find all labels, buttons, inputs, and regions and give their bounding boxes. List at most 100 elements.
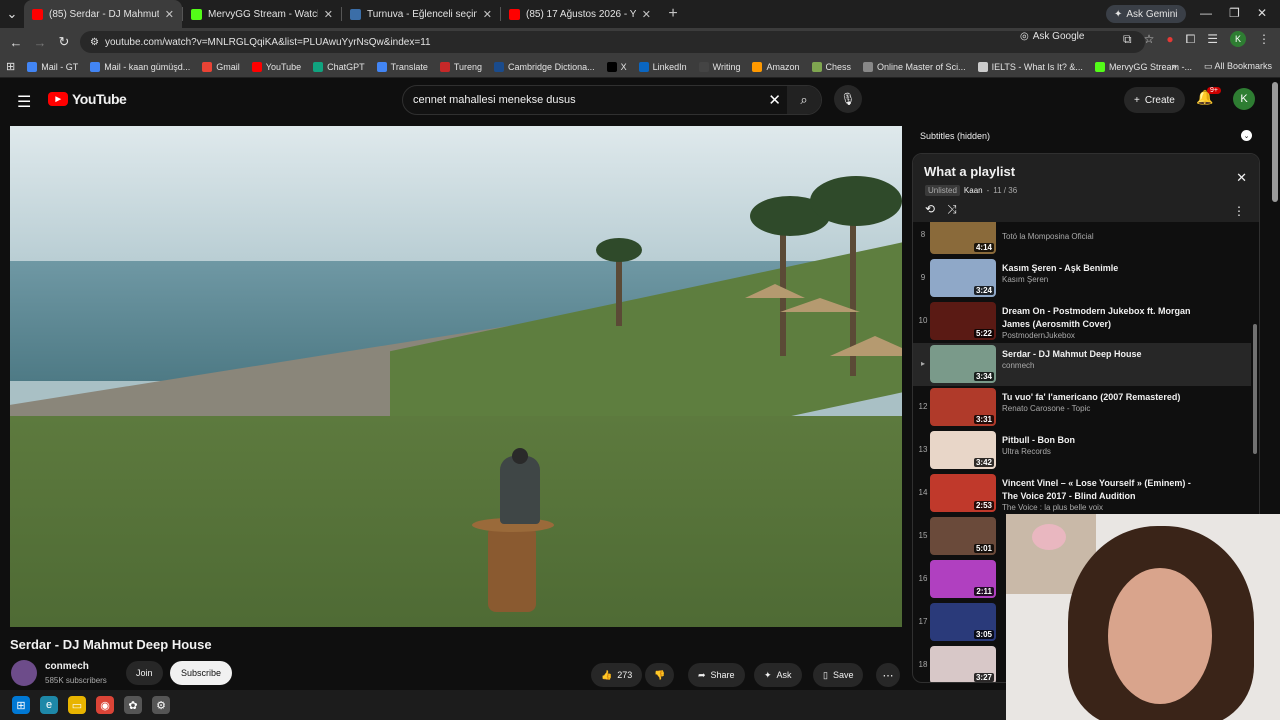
bookmark-item[interactable]: IELTS - What Is It? &...: [977, 61, 1083, 72]
close-tab-icon[interactable]: ✕: [642, 8, 651, 21]
ask-google-button[interactable]: ◎ Ask Google: [1020, 31, 1084, 42]
close-playlist-icon[interactable]: ✕: [1236, 170, 1247, 186]
extension-red-icon[interactable]: ●: [1166, 32, 1173, 46]
windows-start-icon[interactable]: ⊞: [12, 696, 30, 714]
share-button[interactable]: ➦ Share: [688, 663, 745, 687]
video-thumbnail[interactable]: 3:31: [930, 388, 996, 426]
bookmark-item[interactable]: Mail - GT: [27, 61, 78, 72]
close-tab-icon[interactable]: ✕: [165, 8, 174, 21]
bookmark-item[interactable]: Gmail: [202, 61, 240, 72]
playlist-item-current[interactable]: ▸ 3:34 Serdar - DJ Mahmut Deep House con…: [913, 343, 1251, 386]
like-button[interactable]: 👍 273: [591, 663, 643, 687]
video-thumbnail[interactable]: 3:34: [930, 345, 996, 383]
chrome-icon[interactable]: ◉: [96, 696, 114, 714]
apps-grid-icon[interactable]: ⊞: [6, 60, 15, 73]
video-thumbnail[interactable]: 4:14: [930, 222, 996, 254]
video-thumbnail[interactable]: 3:05: [930, 603, 996, 641]
settings-icon[interactable]: ⚙: [152, 696, 170, 714]
create-button[interactable]: + Create: [1124, 87, 1185, 113]
playlist-owner[interactable]: Kaan: [964, 186, 983, 195]
page-scrollbar[interactable]: [1272, 82, 1278, 202]
playlist-menu-icon[interactable]: ⋮: [1233, 204, 1245, 218]
bookmark-item[interactable]: YouTube: [251, 61, 301, 72]
playlist-item-channel: conmech: [1002, 361, 1035, 370]
forward-icon[interactable]: →: [28, 35, 52, 50]
bookmark-star-icon[interactable]: ☆: [1144, 32, 1155, 46]
hamburger-menu-icon[interactable]: ☰: [17, 92, 31, 112]
video-thumbnail[interactable]: 2:11: [930, 560, 996, 598]
channel-avatar[interactable]: [11, 660, 37, 686]
video-thumbnail[interactable]: 3:24: [930, 259, 996, 297]
chrome-menu-icon[interactable]: ⋮: [1258, 32, 1270, 46]
playlist-scrollbar[interactable]: [1253, 324, 1257, 454]
playlist-item[interactable]: 13 3:42 Pitbull - Bon Bon Ultra Records: [913, 429, 1251, 472]
bookmark-item[interactable]: Amazon: [752, 61, 800, 72]
browser-tab[interactable]: (85) 17 Ağustos 2026 - YouTub ✕: [501, 0, 659, 28]
edge-icon[interactable]: e: [40, 696, 58, 714]
bookmark-item[interactable]: Chess: [811, 61, 851, 72]
maximize-button[interactable]: ❐: [1229, 6, 1240, 20]
site-info-icon[interactable]: ⚙: [90, 37, 99, 48]
save-button[interactable]: ▯ Save: [813, 663, 864, 687]
browser-tab[interactable]: (85) Serdar - DJ Mahmut D ✕: [24, 0, 182, 28]
bookmark-item[interactable]: LinkedIn: [638, 61, 687, 72]
channel-name[interactable]: conmech: [45, 661, 89, 672]
ask-gemini-button[interactable]: ✦ Ask Gemini: [1106, 5, 1186, 23]
bookmarks-overflow-icon[interactable]: »: [1172, 61, 1177, 71]
extensions-icon[interactable]: ⧠: [1186, 32, 1196, 47]
bookmark-item[interactable]: MervyGG Stream -...: [1094, 61, 1192, 72]
subtitles-panel-header[interactable]: Subtitles (hidden) ⌄: [912, 126, 1260, 146]
bookmark-item[interactable]: Tureng: [439, 61, 482, 72]
youtube-logo[interactable]: ▶ YouTube: [48, 91, 127, 107]
all-bookmarks-button[interactable]: ▭ All Bookmarks: [1204, 61, 1272, 72]
playlist-item[interactable]: 14 2:53 Vincent Vinel – « Lose Yourself …: [913, 472, 1251, 515]
video-thumbnail[interactable]: 2:53: [930, 474, 996, 512]
chevron-down-icon[interactable]: ⌄: [1241, 130, 1252, 141]
more-actions-icon[interactable]: ⋯: [876, 663, 900, 687]
browser-tab[interactable]: Turnuva - Eğlenceli seçimler ya ✕: [342, 0, 500, 28]
video-thumbnail[interactable]: 5:22: [930, 302, 996, 340]
minimize-button[interactable]: —: [1200, 6, 1212, 20]
clear-search-icon[interactable]: ✕: [768, 91, 781, 109]
ask-button[interactable]: ✦ Ask: [754, 663, 802, 687]
search-input[interactable]: cennet mahallesi menekse dusus ✕ ⌕: [402, 85, 822, 115]
chatgpt-icon[interactable]: ✿: [124, 696, 142, 714]
reading-list-icon[interactable]: ☰: [1207, 32, 1218, 46]
voice-search-button[interactable]: 🎙: [834, 85, 862, 113]
dislike-button[interactable]: 👎: [645, 663, 675, 687]
profile-avatar[interactable]: K: [1230, 31, 1246, 47]
playlist-item[interactable]: 9 3:24 Kasım Şeren - Aşk Benimle Kasım Ş…: [913, 257, 1251, 300]
bookmark-item[interactable]: Online Master of Sci...: [863, 61, 966, 72]
window-close-button[interactable]: ✕: [1257, 6, 1267, 20]
playlist-item[interactable]: 10 5:22 Dream On - Postmodern Jukebox ft…: [913, 300, 1251, 343]
video-thumbnail[interactable]: 5:01: [930, 517, 996, 555]
close-tab-icon[interactable]: ✕: [483, 8, 492, 21]
reload-icon[interactable]: ↻: [52, 34, 76, 50]
close-tab-icon[interactable]: ✕: [324, 8, 333, 21]
bookmark-item[interactable]: Translate: [376, 61, 428, 72]
loop-icon[interactable]: ⟲: [925, 202, 935, 217]
bookmark-item[interactable]: Mail - kaan gümüşd...: [90, 61, 190, 72]
search-button[interactable]: ⌕: [787, 86, 821, 114]
browser-tab[interactable]: MervyGG Stream - Watch Live ✕: [183, 0, 341, 28]
playlist-title[interactable]: What a playlist: [924, 164, 1015, 179]
bookmark-item[interactable]: Writing: [698, 61, 740, 72]
tab-search-icon[interactable]: ⌄: [0, 6, 24, 22]
playlist-item[interactable]: 8 4:14 Totó la Momposina Oficial: [913, 222, 1251, 257]
new-tab-button[interactable]: +: [659, 5, 687, 23]
video-thumbnail[interactable]: 3:27: [930, 646, 996, 682]
shuffle-icon[interactable]: ⤨: [947, 202, 957, 217]
bookmark-item[interactable]: X: [606, 61, 627, 72]
join-button[interactable]: Join: [126, 661, 163, 685]
bookmark-item[interactable]: ChatGPT: [313, 61, 365, 72]
bookmark-item[interactable]: Cambridge Dictiona...: [494, 61, 595, 72]
back-icon[interactable]: ←: [4, 35, 28, 50]
subscribe-button[interactable]: Subscribe: [170, 661, 233, 685]
video-thumbnail[interactable]: 3:42: [930, 431, 996, 469]
install-icon[interactable]: ⧉: [1123, 32, 1132, 47]
user-avatar[interactable]: K: [1233, 88, 1255, 110]
playlist-item[interactable]: 12 3:31 Tu vuo' fa' l'americano (2007 Re…: [913, 386, 1251, 429]
file-explorer-icon[interactable]: ▭: [68, 696, 86, 714]
video-player[interactable]: ⌃: [10, 126, 902, 627]
address-bar[interactable]: ⚙ youtube.com/watch?v=MNLRGLQqiKA&list=P…: [80, 31, 1145, 53]
